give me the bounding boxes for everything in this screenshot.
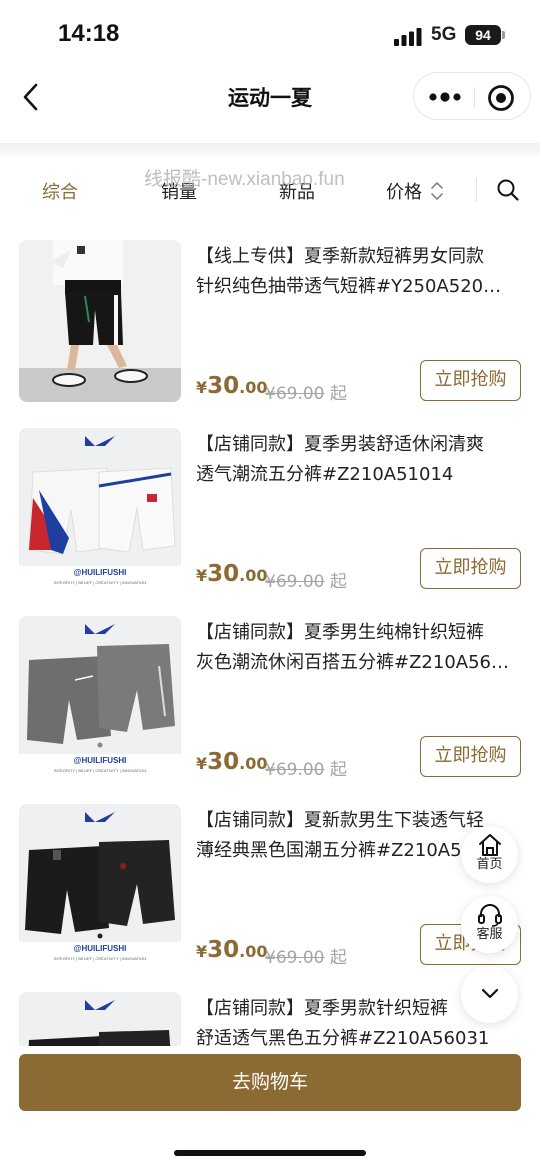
tab-sales[interactable]: 销量	[161, 178, 197, 204]
brand-label: @HUILIFUSHI	[73, 756, 127, 765]
home-label: 首页	[476, 857, 503, 872]
mini-program-capsule	[413, 72, 531, 120]
product-title-line: 透气潮流五分裤#Z210A51014	[196, 464, 454, 485]
nav-bar: 运动一夏	[0, 70, 540, 124]
product-item[interactable]: @HUILIFUSHI INTEGRITY | BELIEF | CREATIV…	[0, 804, 540, 992]
price-from-suffix: 起	[329, 760, 347, 780]
price-from-suffix: 起	[329, 948, 347, 968]
price-integer: 30	[207, 937, 240, 963]
battery-icon: 94	[465, 25, 501, 45]
product-price: ¥30.00	[196, 749, 268, 775]
tabs-divider	[476, 178, 477, 202]
product-item[interactable]: 【店铺同款】夏季男款针织短裤 舒适透气黑色五分裤#Z210A56031	[0, 992, 540, 1046]
product-title[interactable]: 【店铺同款】夏季男装舒适休闲清爽 透气潮流五分裤#Z210A51014	[196, 430, 524, 490]
product-item[interactable]: @HUILIFUSHI INTEGRITY | BELIEF | CREATIV…	[0, 428, 540, 616]
product-price: ¥30.00	[196, 937, 268, 963]
original-price-value: ¥69.00	[265, 948, 325, 968]
tab-price[interactable]: 价格	[386, 178, 422, 204]
brand-tagline: INTEGRITY | BELIEF | CREATIVITY | INNOVA…	[53, 768, 147, 773]
price-integer: 30	[207, 749, 240, 775]
home-float-button[interactable]: 首页	[461, 826, 518, 883]
price-decimal: .00	[239, 566, 268, 585]
sort-tabs: 综合 销量 新品 价格	[0, 166, 540, 212]
original-price: ¥69.00 起	[265, 567, 347, 592]
product-title-line: 【线上专供】夏季新款短裤男女同款	[196, 246, 484, 267]
original-price: ¥69.00 起	[265, 379, 347, 404]
product-image[interactable]: @HUILIFUSHI INTEGRITY | BELIEF | CREATIV…	[19, 804, 181, 966]
status-time: 14:18	[58, 20, 120, 47]
customer-service-icon	[477, 904, 502, 927]
service-label: 客服	[476, 927, 503, 942]
original-price-value: ¥69.00	[265, 384, 325, 404]
tab-comprehensive[interactable]: 综合	[42, 178, 78, 204]
price-integer: 30	[207, 373, 240, 399]
go-to-cart-button[interactable]: 去购物车	[19, 1054, 521, 1111]
brand-tagline: INTEGRITY | BELIEF | CREATIVITY | INNOVA…	[53, 580, 147, 585]
price-currency: ¥	[196, 942, 208, 961]
black-shorts-2-image	[19, 992, 181, 1046]
product-title-line: 舒适透气黑色五分裤#Z210A56031	[196, 1028, 490, 1046]
home-icon	[478, 834, 501, 856]
collapse-float-button[interactable]	[461, 966, 518, 1023]
brand-label: @HUILIFUSHI	[73, 568, 127, 577]
home-indicator	[174, 1150, 366, 1156]
white-shorts-image	[19, 428, 181, 590]
product-item[interactable]: 【线上专供】夏季新款短裤男女同款 针织纯色抽带透气短裤#Y250A520… ¥3…	[0, 240, 540, 428]
original-price: ¥69.00 起	[265, 755, 347, 780]
price-from-suffix: 起	[329, 572, 347, 592]
product-title-line: 【店铺同款】夏季男生纯棉针织短裤	[196, 622, 484, 643]
buy-now-button[interactable]: 立即抢购	[420, 360, 521, 401]
brand-tagline: INTEGRITY | BELIEF | CREATIVITY | INNOVA…	[53, 956, 147, 961]
product-price: ¥30.00	[196, 373, 268, 399]
brand-label: @HUILIFUSHI	[73, 944, 127, 953]
product-title[interactable]: 【线上专供】夏季新款短裤男女同款 针织纯色抽带透气短裤#Y250A520…	[196, 242, 524, 302]
product-image[interactable]	[19, 240, 181, 402]
capsule-divider	[474, 87, 475, 107]
signal-icon	[394, 28, 422, 46]
original-price-value: ¥69.00	[265, 572, 325, 592]
price-from-suffix: 起	[329, 384, 347, 404]
price-integer: 30	[207, 561, 240, 587]
model-black-shorts-image	[19, 240, 181, 402]
black-shorts-image	[19, 804, 181, 966]
header-divider	[0, 143, 540, 157]
original-price-value: ¥69.00	[265, 760, 325, 780]
more-icon[interactable]	[428, 86, 462, 108]
product-list: 【线上专供】夏季新款短裤男女同款 针织纯色抽带透气短裤#Y250A520… ¥3…	[0, 240, 540, 1046]
original-price: ¥69.00 起	[265, 943, 347, 968]
grey-shorts-image	[19, 616, 181, 778]
buy-now-button[interactable]: 立即抢购	[420, 736, 521, 777]
price-decimal: .00	[239, 942, 268, 961]
network-type: 5G	[431, 24, 457, 45]
product-title-line: 灰色潮流休闲百搭五分裤#Z210A56…	[196, 652, 509, 673]
price-currency: ¥	[196, 566, 208, 585]
product-price: ¥30.00	[196, 561, 268, 587]
service-float-button[interactable]: 客服	[461, 896, 518, 953]
status-bar: 14:18 5G 94	[0, 0, 540, 70]
price-decimal: .00	[239, 378, 268, 397]
tab-new[interactable]: 新品	[279, 178, 315, 204]
product-title[interactable]: 【店铺同款】夏季男生纯棉针织短裤 灰色潮流休闲百搭五分裤#Z210A56…	[196, 618, 524, 678]
product-image[interactable]: @HUILIFUSHI INTEGRITY | BELIEF | CREATIV…	[19, 428, 181, 590]
sort-arrows-icon	[431, 182, 443, 200]
price-decimal: .00	[239, 754, 268, 773]
battery-tip	[502, 31, 505, 39]
search-icon[interactable]	[496, 178, 520, 202]
chevron-down-icon	[481, 988, 498, 999]
price-currency: ¥	[196, 378, 208, 397]
buy-now-button[interactable]: 立即抢购	[420, 548, 521, 589]
close-miniprogram-icon[interactable]	[487, 84, 515, 112]
bottom-bar: 去购物车	[0, 1046, 540, 1168]
price-currency: ¥	[196, 754, 208, 773]
product-image[interactable]: @HUILIFUSHI INTEGRITY | BELIEF | CREATIV…	[19, 616, 181, 778]
product-image[interactable]	[19, 992, 181, 1046]
product-title-line: 【店铺同款】夏季男装舒适休闲清爽	[196, 434, 484, 455]
product-item[interactable]: @HUILIFUSHI INTEGRITY | BELIEF | CREATIV…	[0, 616, 540, 804]
product-title-line: 针织纯色抽带透气短裤#Y250A520…	[196, 276, 502, 297]
